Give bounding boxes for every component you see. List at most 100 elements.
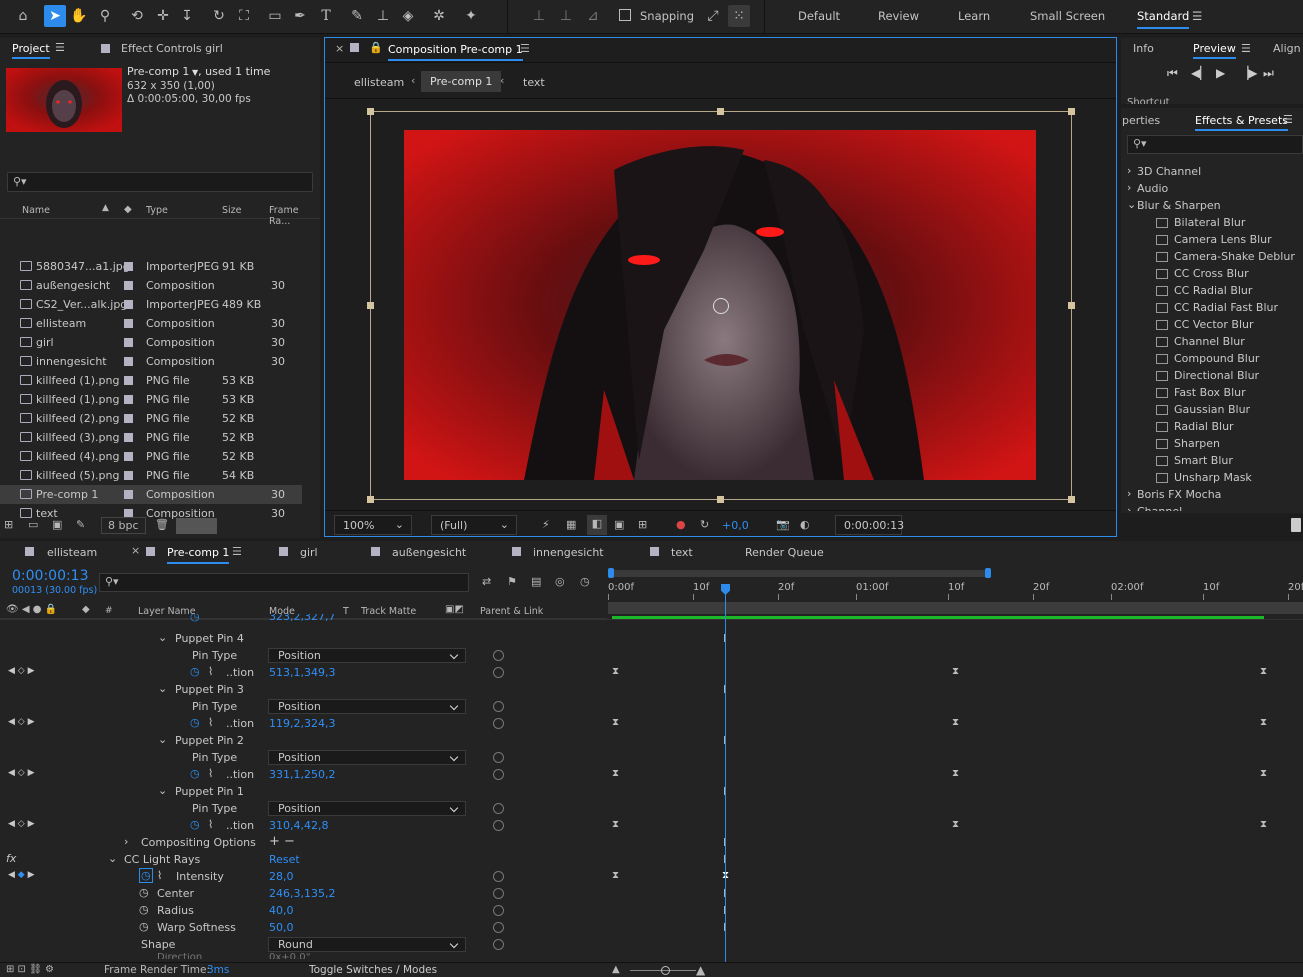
chevron-down-icon[interactable]: ⌄ bbox=[158, 733, 167, 746]
pin-type-dropdown[interactable]: Position bbox=[268, 699, 466, 714]
effect-category[interactable]: › Audio bbox=[1124, 180, 1303, 197]
workspace-review[interactable]: Review bbox=[878, 9, 919, 23]
stopwatch-icon[interactable]: ◷ bbox=[190, 716, 200, 729]
pick-whip-icon[interactable] bbox=[493, 752, 504, 763]
transform-handle[interactable] bbox=[1068, 108, 1075, 115]
hand-tool-icon[interactable]: ✋ bbox=[68, 5, 90, 27]
label-color-icon[interactable] bbox=[124, 300, 133, 309]
project-settings-icon[interactable]: ✎ bbox=[76, 518, 85, 531]
breadcrumb-pre-comp[interactable]: Pre-comp 1 bbox=[421, 71, 502, 92]
stopwatch-icon[interactable]: ◷ bbox=[139, 886, 149, 899]
thumbnail-transparency-toggle[interactable] bbox=[176, 518, 217, 534]
timeline-tab[interactable]: Pre-comp 1 bbox=[167, 546, 230, 564]
label-color-icon[interactable] bbox=[124, 414, 133, 423]
snapping-checkbox[interactable] bbox=[619, 9, 631, 21]
chevron-down-icon[interactable]: ⌄ bbox=[158, 682, 167, 695]
new-preset-icon[interactable] bbox=[1291, 518, 1301, 532]
grid-guides-icon[interactable]: ⊞ bbox=[638, 518, 647, 531]
label-color-icon[interactable] bbox=[124, 357, 133, 366]
orbit-camera-icon[interactable]: ⟲ bbox=[126, 5, 148, 27]
label-color-icon[interactable] bbox=[124, 433, 133, 442]
effect-category[interactable]: › 3D Channel bbox=[1124, 163, 1303, 180]
eraser-tool-icon[interactable]: ◈ bbox=[397, 5, 419, 27]
axis-local-icon[interactable]: ⊥ bbox=[528, 5, 550, 27]
pan-camera-icon[interactable]: ✛ bbox=[152, 5, 174, 27]
stopwatch-icon[interactable]: ◷ bbox=[139, 920, 149, 933]
label-column-icon[interactable]: ◆ bbox=[124, 204, 132, 215]
shy-layers-icon[interactable]: ▤ bbox=[531, 575, 541, 588]
tab-effect-controls[interactable]: Effect Controls girl bbox=[121, 42, 223, 55]
property-value[interactable]: 513,1,349,3 bbox=[269, 666, 335, 679]
breadcrumb-text[interactable]: text bbox=[523, 76, 545, 89]
label-color-icon[interactable] bbox=[124, 338, 133, 347]
close-icon[interactable]: × bbox=[131, 544, 140, 557]
graph-icon[interactable]: ⌇ bbox=[157, 869, 162, 882]
col-frame-rate[interactable]: Frame Ra... bbox=[269, 205, 320, 227]
stopwatch-icon[interactable]: ◷ bbox=[190, 818, 200, 831]
rectangle-tool-icon[interactable]: ▭ bbox=[264, 5, 286, 27]
pick-whip-icon[interactable] bbox=[493, 820, 504, 831]
pick-whip-icon[interactable] bbox=[493, 769, 504, 780]
puppet-pin-row[interactable]: ⌄ Puppet Pin 3 bbox=[0, 681, 607, 698]
zoom-in-icon[interactable]: ▲ bbox=[696, 963, 705, 977]
pan-behind-tool-icon[interactable]: ⛶ bbox=[233, 5, 255, 27]
project-item[interactable]: 5880347...a1.jpg ImporterJPEG 91 KB bbox=[0, 257, 302, 276]
tab-effects-presets[interactable]: Effects & Presets bbox=[1195, 114, 1288, 131]
pick-whip-icon[interactable] bbox=[493, 701, 504, 712]
workspace-default[interactable]: Default bbox=[798, 9, 840, 23]
mask-visibility-icon[interactable]: ◧ bbox=[587, 515, 607, 535]
puppet-tool-icon[interactable]: ✦ bbox=[460, 5, 482, 27]
pin-type-dropdown[interactable]: Position bbox=[268, 648, 466, 663]
channel-rgb-icon[interactable]: ● bbox=[676, 518, 686, 531]
project-item[interactable]: killfeed (4).png PNG file 52 KB bbox=[0, 447, 302, 466]
effect-item[interactable]: CC Vector Blur bbox=[1124, 316, 1303, 333]
chevron-right-icon[interactable]: › bbox=[124, 835, 128, 848]
new-folder-icon[interactable]: ▭ bbox=[28, 518, 38, 531]
timeline-tab[interactable]: innengesicht bbox=[533, 546, 604, 559]
toggle-switches-modes[interactable]: Toggle Switches / Modes bbox=[309, 964, 437, 976]
chevron-down-icon[interactable]: ⌄ bbox=[158, 784, 167, 797]
time-ruler[interactable]: 0:00f 10f 20f 01:00f 10f 20f 02:00f 10f … bbox=[608, 566, 1303, 614]
exposure-value[interactable]: +0,0 bbox=[722, 519, 749, 532]
type-tool-icon[interactable]: T bbox=[315, 5, 337, 27]
work-area-start[interactable] bbox=[608, 568, 614, 578]
keyframe-icon[interactable]: ⧗ bbox=[612, 717, 619, 728]
axis-view-icon[interactable]: ⊿ bbox=[582, 5, 604, 27]
snap-grid-icon[interactable]: ⁙ bbox=[728, 5, 750, 27]
timeline-tab[interactable]: Render Queue bbox=[745, 546, 824, 559]
clone-stamp-tool-icon[interactable]: ⊥ bbox=[372, 5, 394, 27]
interpret-footage-icon[interactable]: ⊞ bbox=[4, 518, 13, 531]
transform-handle[interactable] bbox=[717, 108, 724, 115]
label-color-icon[interactable] bbox=[124, 490, 133, 499]
timeline-tab[interactable]: text bbox=[671, 546, 693, 559]
col-size[interactable]: Size bbox=[222, 205, 242, 216]
timeline-zoom-handle[interactable] bbox=[661, 966, 670, 975]
keyframe-icon[interactable]: ⧗ bbox=[952, 819, 959, 830]
roto-brush-tool-icon[interactable]: ✲ bbox=[428, 5, 450, 27]
workspace-menu-icon[interactable]: ☰ bbox=[1192, 9, 1202, 23]
composition-menu-icon[interactable]: ☰ bbox=[520, 42, 530, 55]
keyframe-nav-icon[interactable]: ◀ ◇ ▶ bbox=[8, 819, 35, 829]
pick-whip-icon[interactable] bbox=[493, 905, 504, 916]
puppet-pin-row[interactable]: ⌄ Puppet Pin 4 bbox=[0, 630, 607, 647]
first-frame-icon[interactable]: ⏮ bbox=[1167, 66, 1178, 81]
keyframe-icon[interactable]: ⧗ bbox=[1260, 717, 1267, 728]
property-value[interactable]: 246,3,135,2 bbox=[269, 887, 335, 900]
motion-blur-icon[interactable]: ◷ bbox=[580, 575, 590, 588]
frame-blending-icon[interactable]: ◎ bbox=[555, 575, 565, 588]
puppet-pin-row[interactable]: ⌄ Puppet Pin 1 bbox=[0, 783, 607, 800]
viewer-timecode[interactable]: 0:00:00:13 bbox=[835, 515, 904, 535]
tab-project[interactable]: Project bbox=[12, 42, 50, 59]
project-item[interactable]: Pre-comp 1 Composition 30 bbox=[0, 485, 302, 504]
keyframe-icon[interactable]: ⧗ bbox=[612, 870, 619, 881]
graph-icon[interactable]: ⌇ bbox=[208, 767, 213, 780]
label-color-icon[interactable] bbox=[124, 319, 133, 328]
project-item[interactable]: killfeed (1).png PNG file 53 KB bbox=[0, 371, 302, 390]
snap-options-icon[interactable]: ⤢ bbox=[702, 5, 724, 27]
project-item[interactable]: killfeed (5).png PNG file 54 KB bbox=[0, 466, 302, 485]
effects-search-input[interactable]: ⚲▾ bbox=[1127, 135, 1303, 154]
zoom-dropdown[interactable]: 100% ⌄ bbox=[334, 515, 412, 535]
stopwatch-icon[interactable]: ◷ bbox=[190, 665, 200, 678]
graph-icon[interactable]: ⌇ bbox=[208, 665, 213, 678]
keyframe-icon[interactable]: ⧗ bbox=[612, 819, 619, 830]
